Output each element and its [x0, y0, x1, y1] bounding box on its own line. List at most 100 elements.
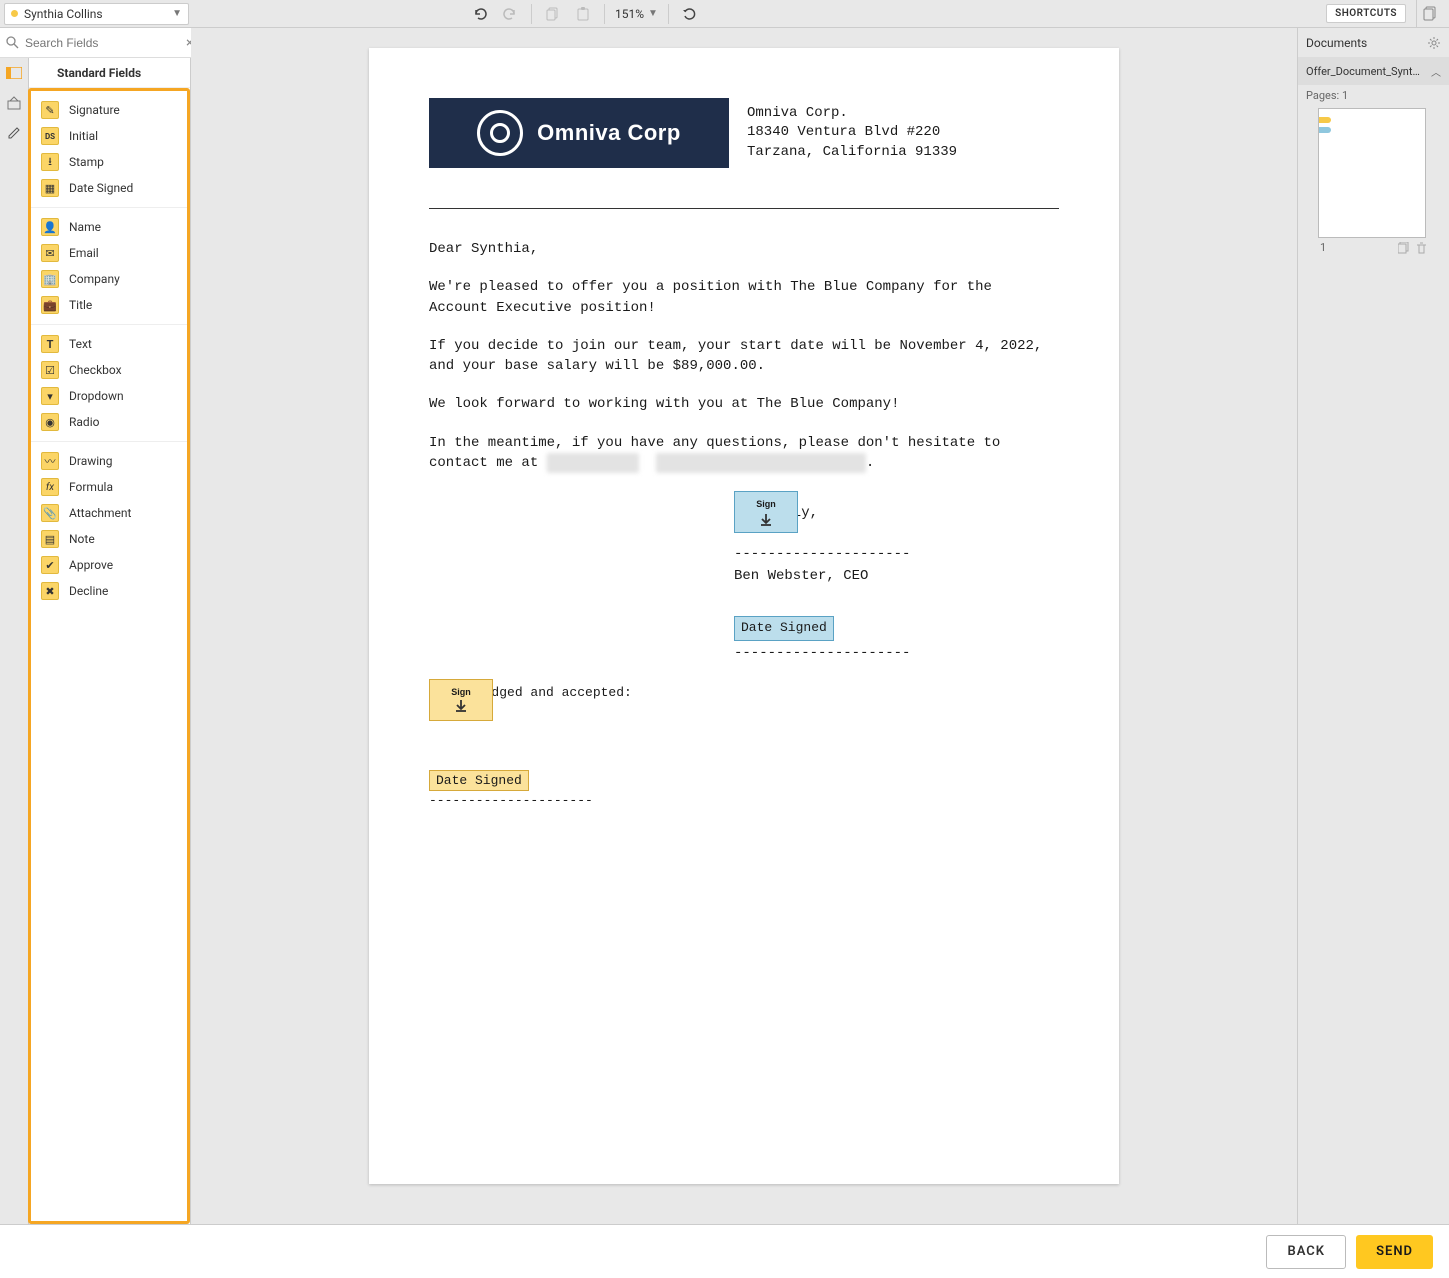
title-icon: 💼	[41, 296, 59, 314]
delete-page-icon[interactable]	[1416, 242, 1427, 254]
field-label: Date Signed	[69, 181, 133, 195]
address-line: Tarzana, California 91339	[747, 143, 957, 163]
copy-button[interactable]	[542, 3, 564, 25]
paragraph: If you decide to join our team, your sta…	[429, 336, 1059, 377]
download-arrow-icon	[758, 513, 774, 527]
field-date-signed[interactable]: ▦ Date Signed	[31, 175, 187, 201]
dropdown-icon: ▾	[41, 387, 59, 405]
gear-icon[interactable]	[1427, 36, 1441, 50]
company-address: Omniva Corp. 18340 Ventura Blvd #220 Tar…	[747, 104, 957, 163]
pages-count-label: Pages: 1	[1298, 85, 1449, 106]
closing-block: Sign Sincerely, --------------------- Be…	[734, 503, 1059, 663]
back-button[interactable]: BACK	[1266, 1235, 1346, 1269]
field-signature[interactable]: ✎ Signature	[31, 97, 187, 123]
signature-tag-signer1[interactable]: Sign	[429, 679, 493, 721]
field-company[interactable]: 🏢 Company	[31, 266, 187, 292]
field-dropdown[interactable]: ▾ Dropdown	[31, 383, 187, 409]
field-formula[interactable]: fx Formula	[31, 474, 187, 500]
documents-toggle-button[interactable]	[1416, 0, 1445, 28]
note-icon: ▤	[41, 530, 59, 548]
stamp-icon: ⭳	[41, 153, 59, 171]
chevron-up-icon: ︿	[1431, 64, 1441, 79]
shortcuts-button[interactable]: SHORTCUTS	[1326, 4, 1406, 23]
date-line-dashes: ---------------------	[429, 793, 1059, 808]
date-line-dashes: ---------------------	[734, 643, 1059, 663]
field-decline[interactable]: ✖ Decline	[31, 578, 187, 604]
undo-button[interactable]	[469, 3, 491, 25]
field-label: Title	[69, 298, 92, 312]
paste-button[interactable]	[572, 3, 594, 25]
field-label: Company	[69, 272, 120, 286]
field-label: Attachment	[69, 506, 131, 520]
search-fields-input[interactable]	[25, 36, 180, 50]
text-icon: T	[41, 335, 59, 353]
undo-redo-group	[469, 3, 521, 25]
edit-tab[interactable]	[0, 118, 29, 148]
field-initial[interactable]: DS Initial	[31, 123, 187, 149]
search-fields-row: ×	[0, 28, 191, 58]
thumbnail-tag-yellow	[1319, 117, 1331, 123]
field-label: Name	[69, 220, 101, 234]
field-label: Approve	[69, 558, 113, 572]
send-button[interactable]: SEND	[1356, 1235, 1433, 1269]
field-label: Drawing	[69, 454, 113, 468]
field-approve[interactable]: ✔ Approve	[31, 552, 187, 578]
company-icon: 🏢	[41, 270, 59, 288]
zoom-dropdown[interactable]: 151% ▼	[615, 7, 658, 21]
field-title[interactable]: 💼 Title	[31, 292, 187, 318]
address-line: Omniva Corp.	[747, 104, 957, 124]
formula-icon: fx	[41, 478, 59, 496]
logo-mark-icon	[477, 110, 523, 156]
field-label: Email	[69, 246, 99, 260]
signature-tag-signer2[interactable]: Sign	[734, 491, 798, 533]
decline-icon: ✖	[41, 582, 59, 600]
field-label: Radio	[69, 415, 99, 429]
field-note[interactable]: ▤ Note	[31, 526, 187, 552]
field-label: Dropdown	[69, 389, 124, 403]
left-rail	[0, 58, 29, 1224]
recipient-name: Synthia Collins	[24, 7, 172, 21]
panel-title-row: ▭ Standard Fields	[29, 58, 190, 88]
person-icon: 👤	[41, 218, 59, 236]
download-arrow-icon	[453, 699, 469, 713]
signature-line-dashes: ---------------------	[734, 544, 1059, 564]
field-drawing[interactable]: 〰 Drawing	[31, 448, 187, 474]
redacted-text: ███████ ███	[547, 453, 639, 473]
address-line: 18340 Ventura Blvd #220	[747, 123, 957, 143]
panel-title: Standard Fields	[57, 66, 141, 80]
recipient-dropdown[interactable]: Synthia Collins ▼	[4, 3, 189, 25]
custom-fields-tab[interactable]	[0, 88, 29, 118]
field-checkbox[interactable]: ☑ Checkbox	[31, 357, 187, 383]
company-logo: Omniva Corp	[429, 98, 729, 168]
documents-header: Documents	[1298, 28, 1449, 58]
sign-label: Sign	[756, 498, 776, 511]
documents-header-label: Documents	[1306, 36, 1367, 50]
checkbox-icon: ☑	[41, 361, 59, 379]
chevron-down-icon: ▼	[648, 8, 658, 19]
paragraph: We look forward to working with you at T…	[429, 394, 1059, 414]
chevron-down-icon: ▼	[172, 8, 182, 19]
page-thumbnail[interactable]	[1318, 108, 1426, 238]
redo-button[interactable]	[499, 3, 521, 25]
document-entry[interactable]: Offer_Document_Synt… ︿	[1298, 58, 1449, 85]
field-label: Formula	[69, 480, 113, 494]
field-stamp[interactable]: ⭳ Stamp	[31, 149, 187, 175]
date-signed-tag-signer2[interactable]: Date Signed	[734, 616, 834, 641]
standard-fields-tab[interactable]	[0, 58, 29, 88]
recipient-color-dot	[11, 10, 18, 17]
divider	[429, 208, 1059, 209]
field-radio[interactable]: ◉ Radio	[31, 409, 187, 435]
zoom-level: 151%	[615, 7, 644, 21]
field-name[interactable]: 👤 Name	[31, 214, 187, 240]
sign-label: Sign	[451, 687, 471, 697]
field-text[interactable]: T Text	[31, 331, 187, 357]
rotate-button[interactable]	[679, 3, 701, 25]
field-attachment[interactable]: 📎 Attachment	[31, 500, 187, 526]
greeting: Dear Synthia,	[429, 239, 1059, 259]
duplicate-page-icon[interactable]	[1398, 242, 1410, 254]
document-canvas[interactable]: Omniva Corp Omniva Corp. 18340 Ventura B…	[191, 28, 1297, 1224]
signer-name-title: Ben Webster, CEO	[734, 566, 1059, 586]
field-email[interactable]: ✉ Email	[31, 240, 187, 266]
date-signed-tag-signer1[interactable]: Date Signed	[429, 770, 529, 791]
document-name: Offer_Document_Synt…	[1306, 65, 1431, 78]
